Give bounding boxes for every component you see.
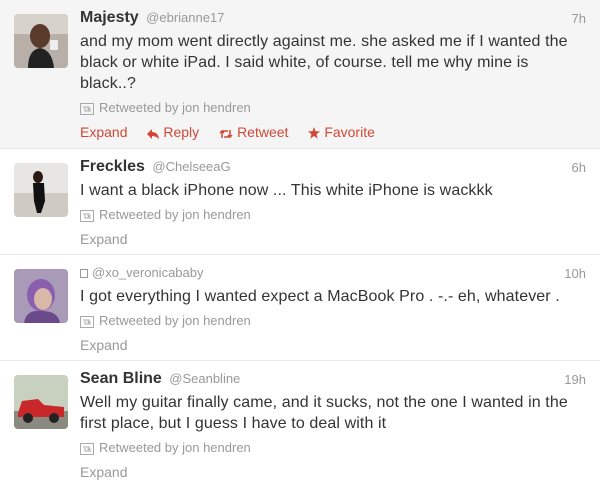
retweet-context: Retweeted by jon hendren [80, 100, 586, 118]
expand-link[interactable]: Expand [80, 231, 127, 247]
reply-label: Reply [163, 124, 200, 140]
tweet-text: I got everything I wanted expect a MacBo… [80, 288, 560, 305]
retweet-box-icon [80, 443, 94, 458]
tweet-timeline: Majesty @ebrianne17 7h and my mom went d… [0, 0, 600, 485]
retweet-context: Retweeted by jon hendren [80, 440, 586, 458]
retweeted-by-label[interactable]: Retweeted by jon hendren [99, 100, 251, 115]
author-name[interactable]: Sean Bline [80, 370, 162, 387]
avatar[interactable] [14, 269, 68, 323]
expand-link[interactable]: Expand [80, 124, 127, 140]
tweet-timestamp[interactable]: 7h [572, 11, 586, 26]
avatar[interactable] [14, 14, 68, 68]
tweet-actions: Expand [80, 231, 586, 251]
retweeted-by-label[interactable]: Retweeted by jon hendren [99, 207, 251, 222]
retweet-context: Retweeted by jon hendren [80, 207, 586, 225]
retweet-icon [219, 126, 233, 142]
favorite-label: Favorite [324, 124, 375, 140]
author-name[interactable]: Majesty [80, 9, 139, 26]
tweet-text: and my mom went directly against me. she… [80, 33, 568, 92]
retweet-box-icon [80, 316, 94, 331]
retweet-label: Retweet [237, 124, 289, 140]
tweet-text: Well my guitar finally came, and it suck… [80, 394, 568, 432]
author-username[interactable]: @Seanbline [169, 371, 240, 386]
retweet-box-icon [80, 103, 94, 118]
tweet-item[interactable]: Majesty @ebrianne17 7h and my mom went d… [0, 0, 600, 149]
retweeted-by-label[interactable]: Retweeted by jon hendren [99, 440, 251, 455]
avatar[interactable] [14, 163, 68, 217]
retweet-box-icon [80, 210, 94, 225]
retweet-context: Retweeted by jon hendren [80, 313, 586, 331]
avatar[interactable] [14, 375, 68, 429]
tweet-timestamp[interactable]: 6h [572, 160, 586, 175]
retweeted-by-label[interactable]: Retweeted by jon hendren [99, 313, 251, 328]
author-name[interactable]: Freckles [80, 158, 145, 175]
author-username[interactable]: @xo_veronicababy [92, 265, 203, 280]
missing-glyph-icon [80, 269, 88, 278]
retweet-button[interactable]: Retweet [219, 124, 288, 140]
reply-arrow-icon [147, 126, 160, 142]
tweet-item[interactable]: @xo_veronicababy 10h I got everything I … [0, 255, 600, 361]
tweet-item[interactable]: Sean Bline @Seanbline 19h Well my guitar… [0, 361, 600, 485]
tweet-timestamp[interactable]: 10h [564, 266, 586, 281]
tweet-actions: Expand Reply Retweet Favorite [80, 124, 586, 144]
tweet-item[interactable]: Freckles @ChelseeaG 6h I want a black iP… [0, 149, 600, 255]
tweet-text: I want a black iPhone now ... This white… [80, 182, 493, 199]
favorite-button[interactable]: Favorite [308, 124, 375, 140]
reply-button[interactable]: Reply [147, 124, 199, 140]
expand-link[interactable]: Expand [80, 464, 127, 480]
tweet-actions: Expand [80, 337, 586, 357]
tweet-actions: Expand [80, 464, 586, 484]
tweet-timestamp[interactable]: 19h [564, 372, 586, 387]
star-icon [308, 126, 321, 142]
expand-link[interactable]: Expand [80, 337, 127, 353]
author-username[interactable]: @ebrianne17 [146, 10, 224, 25]
author-username[interactable]: @ChelseeaG [152, 159, 230, 174]
